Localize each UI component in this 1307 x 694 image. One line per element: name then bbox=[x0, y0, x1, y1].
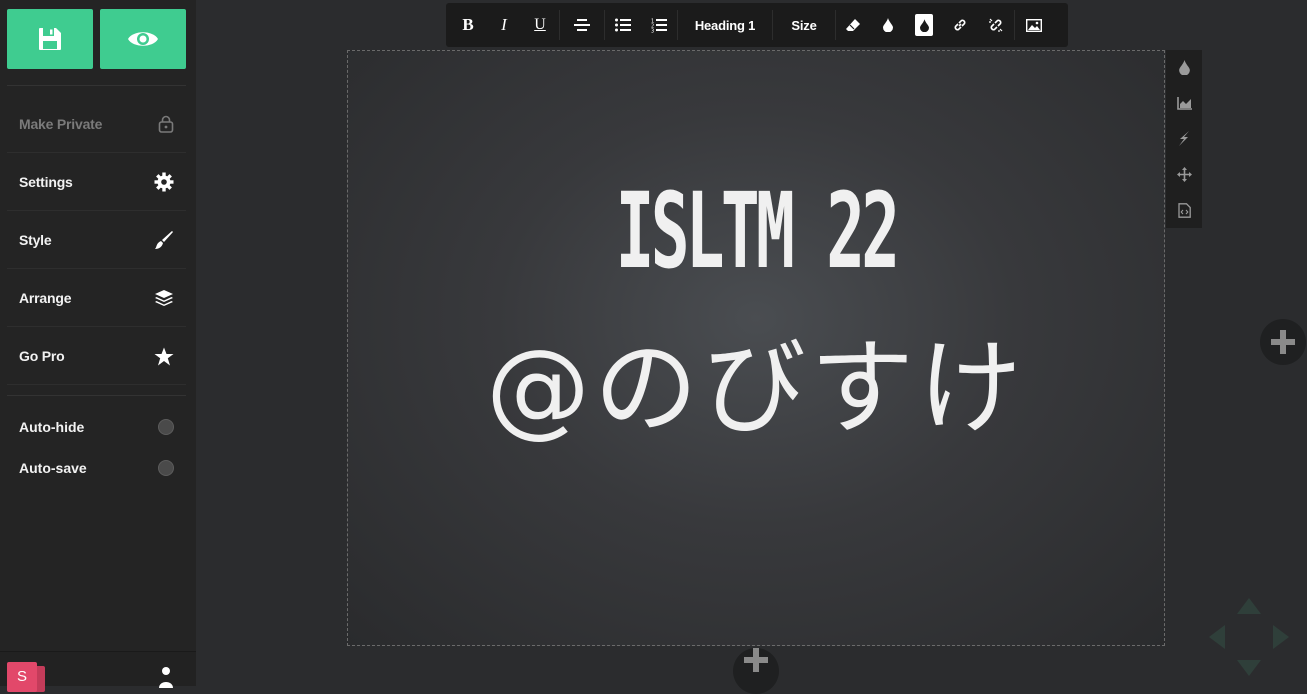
text-color-button[interactable] bbox=[870, 3, 906, 47]
underline-button[interactable]: U bbox=[521, 3, 559, 47]
nav-right-arrow[interactable] bbox=[1273, 625, 1289, 649]
settings-item[interactable]: Settings bbox=[7, 154, 186, 211]
slide-move-button[interactable] bbox=[1166, 157, 1202, 193]
user-icon[interactable] bbox=[156, 666, 176, 688]
brush-icon bbox=[155, 231, 173, 249]
add-slide-below-button[interactable] bbox=[733, 648, 779, 694]
size-dropdown[interactable]: Size bbox=[773, 3, 835, 47]
divider bbox=[7, 85, 186, 86]
link-button[interactable] bbox=[942, 3, 978, 47]
preview-button[interactable] bbox=[100, 9, 186, 69]
auto-save-toggle[interactable] bbox=[158, 460, 174, 476]
svg-text:3: 3 bbox=[651, 28, 654, 33]
drop-icon bbox=[883, 18, 893, 32]
slide-options-toolbar bbox=[1166, 50, 1202, 228]
save-icon bbox=[39, 28, 61, 50]
numbered-list-button[interactable]: 1 2 3 bbox=[641, 3, 677, 47]
lock-icon bbox=[158, 115, 174, 133]
nav-down-arrow[interactable] bbox=[1237, 660, 1261, 676]
divider bbox=[7, 395, 186, 396]
nav-up-arrow[interactable] bbox=[1237, 598, 1261, 614]
star-icon bbox=[154, 347, 174, 365]
logo-letter: S bbox=[16, 668, 27, 685]
auto-hide-row: Auto-hide bbox=[7, 412, 186, 442]
settings-label: Settings bbox=[19, 174, 73, 190]
background-color-button[interactable] bbox=[906, 3, 942, 47]
bullet-list-button[interactable] bbox=[605, 3, 641, 47]
link-icon bbox=[954, 19, 966, 31]
plus-icon bbox=[744, 648, 768, 672]
image-icon bbox=[1026, 18, 1042, 32]
go-pro-item[interactable]: Go Pro bbox=[7, 328, 186, 385]
slide-background-button[interactable] bbox=[1166, 50, 1202, 86]
style-item[interactable]: Style bbox=[7, 212, 186, 269]
chart-icon bbox=[1176, 96, 1192, 110]
auto-save-row: Auto-save bbox=[7, 453, 186, 483]
slide-title[interactable]: ISLTM 22 bbox=[503, 179, 1009, 283]
make-private-label: Make Private bbox=[19, 116, 103, 132]
sidebar-footer: S bbox=[0, 651, 196, 692]
save-button[interactable] bbox=[7, 9, 93, 69]
plus-icon bbox=[1271, 330, 1295, 354]
auto-hide-toggle[interactable] bbox=[158, 419, 174, 435]
text-format-toolbar: B I U 1 2 3 Heading 1 Size bbox=[446, 3, 1068, 47]
align-center-button[interactable] bbox=[560, 3, 604, 47]
fill-drop-box bbox=[915, 14, 933, 36]
slide-html-button[interactable] bbox=[1166, 192, 1202, 228]
slide-subtitle[interactable]: @のびすけ bbox=[348, 336, 1164, 440]
make-private-item[interactable]: Make Private bbox=[7, 96, 186, 153]
align-center-icon bbox=[574, 19, 590, 31]
sidebar: Make Private Settings Style Arrange Go P… bbox=[0, 0, 196, 692]
heading-dropdown[interactable]: Heading 1 bbox=[678, 3, 772, 47]
eye-icon bbox=[128, 32, 158, 46]
slide-background-image-button[interactable] bbox=[1166, 86, 1202, 122]
nav-left-arrow[interactable] bbox=[1209, 625, 1225, 649]
slide-transition-button[interactable] bbox=[1166, 121, 1202, 157]
bold-button[interactable]: B bbox=[449, 3, 487, 47]
move-icon bbox=[1176, 167, 1192, 183]
eraser-icon bbox=[846, 19, 860, 31]
insert-image-button[interactable] bbox=[1015, 3, 1053, 47]
bullet-list-icon bbox=[615, 18, 631, 32]
drop-icon bbox=[1178, 60, 1190, 76]
auto-hide-label: Auto-hide bbox=[19, 419, 85, 435]
navigation-controls bbox=[1209, 598, 1289, 676]
gear-icon bbox=[154, 172, 174, 192]
clear-format-button[interactable] bbox=[836, 3, 870, 47]
auto-save-label: Auto-save bbox=[19, 460, 87, 476]
slide-canvas[interactable]: ISLTM 22 @のびすけ bbox=[347, 50, 1165, 646]
arrange-label: Arrange bbox=[19, 290, 72, 306]
italic-button[interactable]: I bbox=[487, 3, 521, 47]
code-file-icon bbox=[1177, 202, 1191, 218]
lightning-icon bbox=[1179, 131, 1189, 147]
fill-drop-icon bbox=[919, 18, 929, 32]
app-logo[interactable]: S bbox=[7, 662, 37, 692]
arrange-item[interactable]: Arrange bbox=[7, 270, 186, 327]
style-label: Style bbox=[19, 232, 52, 248]
numbered-list-icon: 1 2 3 bbox=[651, 18, 667, 33]
layers-icon bbox=[155, 290, 173, 306]
unlink-button[interactable] bbox=[978, 3, 1014, 47]
add-slide-right-button[interactable] bbox=[1260, 319, 1306, 365]
unlink-icon bbox=[989, 18, 1003, 32]
go-pro-label: Go Pro bbox=[19, 348, 65, 364]
